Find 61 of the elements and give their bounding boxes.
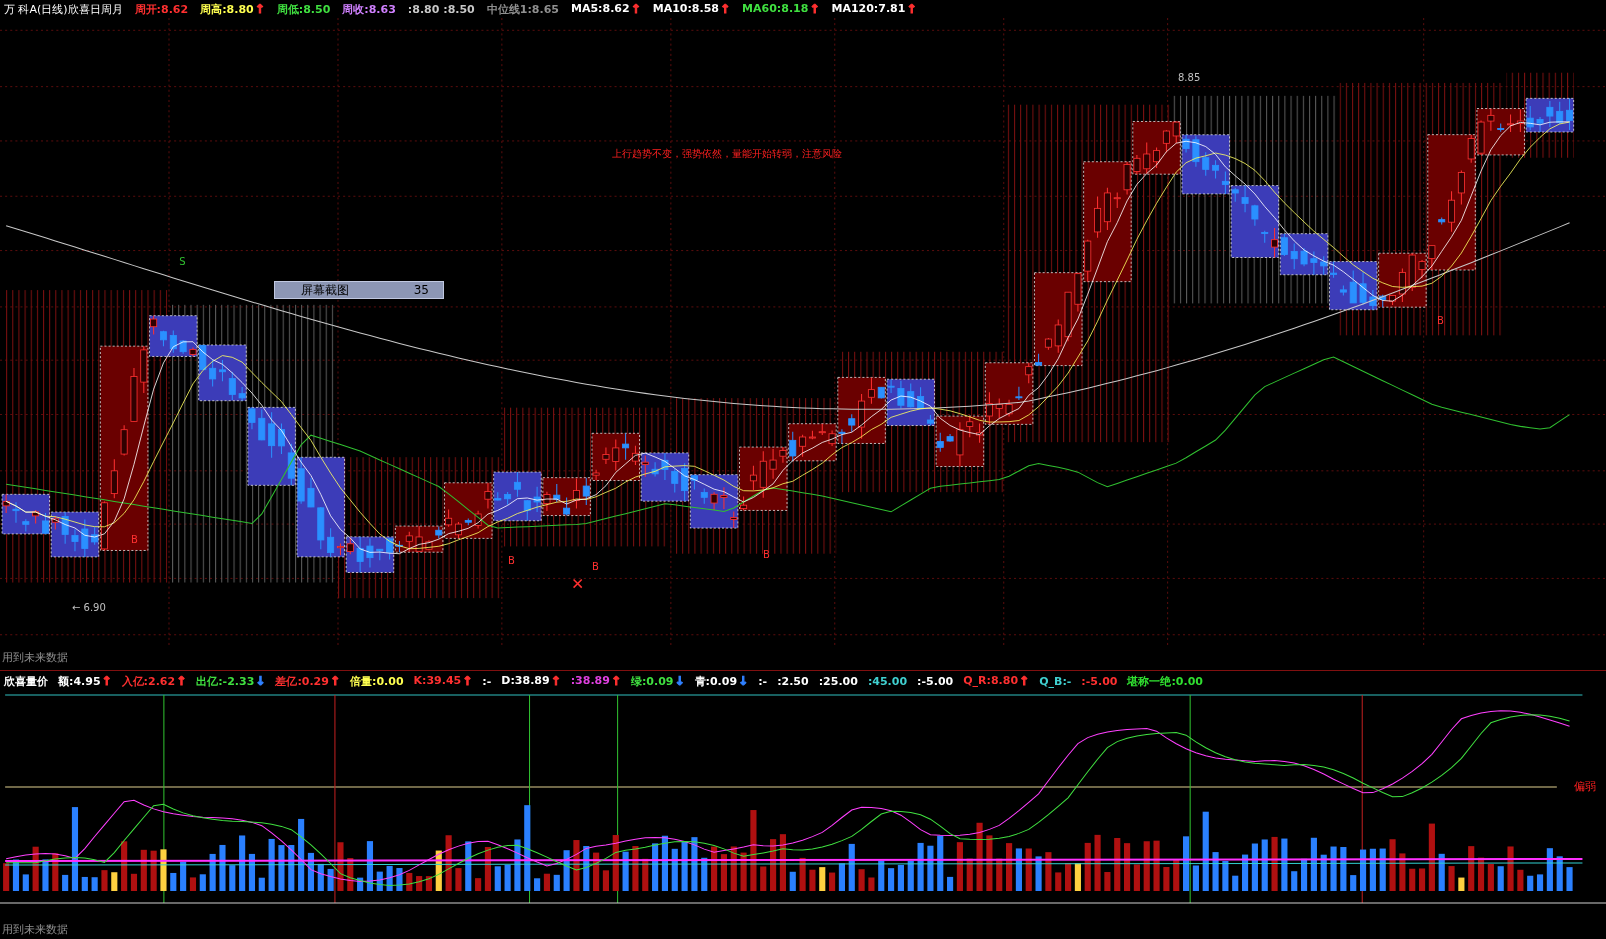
indicator-value: K:39.45	[413, 674, 462, 688]
screenshot-label: 屏幕截图 35	[274, 281, 444, 299]
indicator-value: Q_R:8.80	[963, 674, 1019, 688]
indicator-value: 入亿:2.62	[121, 673, 176, 689]
trend-arrow: ↑	[630, 2, 641, 16]
indicator-value: 周高:8.80	[200, 1, 254, 17]
indicator-value: :2.50	[777, 674, 809, 688]
price-label: ← 6.90	[72, 602, 106, 613]
trend-arrow: ↓	[738, 673, 749, 689]
indicator-value: :-5.00	[917, 674, 954, 688]
indicator-value: Q_B:-	[1039, 674, 1072, 688]
trend-arrow: ↑	[550, 674, 561, 688]
signal-label: S	[179, 255, 186, 267]
signal-label: B	[763, 548, 770, 560]
indicator-value: 额:4.95	[58, 673, 101, 689]
trend-arrow: ↑	[1019, 674, 1030, 688]
side-label: 偏弱	[1574, 779, 1596, 794]
indicator-value: 倍量:0.00	[350, 673, 404, 689]
note-text: 用到未来数据	[2, 650, 68, 665]
trend-arrow: ↑	[906, 2, 917, 16]
trend-arrow: ↓	[255, 673, 266, 689]
indicator-value: :-	[482, 674, 492, 688]
indicator-value: :8.80 :8.50	[407, 2, 475, 16]
sell-marker-icon	[572, 578, 583, 589]
trend-arrow: ↑	[329, 673, 340, 689]
chart-title: 万 科A(日线)欣喜日周月	[4, 1, 123, 17]
indicator-value: :-5.00	[1081, 674, 1118, 688]
indicator-value: MA10:8.58	[652, 2, 719, 16]
indicator-value: :-	[758, 674, 768, 688]
trend-arrow: ↑	[809, 2, 820, 16]
indicator-value: 出亿:-2.33	[196, 673, 255, 689]
indicator-value: 绿:0.09	[630, 673, 674, 689]
price-label: 8.85	[1178, 72, 1201, 83]
trend-arrow: ↑	[720, 2, 731, 16]
indicator-value: 周低:8.50	[276, 1, 331, 17]
indicator-value: 欣喜量价	[4, 673, 48, 689]
signal-label: B	[131, 534, 138, 546]
indicator-value: D:38.89	[501, 674, 550, 688]
signal-label: B	[508, 554, 515, 566]
annotation-text: 上行趋势不变，强势依然，量能开始转弱，注意风险	[612, 147, 842, 161]
trend-arrow: ↑	[254, 1, 265, 17]
indicator-value: 中位线1:8.65	[486, 1, 559, 17]
indicator-value: 差亿:0.29	[275, 673, 329, 689]
signal-label: B	[592, 561, 599, 572]
indicator-value: 堪称一绝:0.00	[1127, 673, 1203, 689]
indicator-value: 周收:8.63	[342, 1, 396, 17]
trend-arrow: ↓	[674, 673, 685, 689]
indicator-value: 青:0.09	[694, 673, 738, 689]
trend-arrow: ↑	[462, 674, 473, 688]
indicator-value: :25.00	[818, 674, 858, 688]
indicator-value: MA5:8.62	[571, 2, 630, 16]
trend-arrow: ↑	[176, 673, 187, 689]
indicator-value: :38.89	[570, 674, 610, 688]
indicator-value: MA120:7.81	[831, 2, 906, 16]
note-text: 用到未来数据	[2, 922, 68, 937]
signal-label: B	[1437, 315, 1444, 327]
indicator-value: 周开:8.62	[134, 1, 189, 17]
indicator-value: MA60:8.18	[742, 2, 809, 16]
trend-arrow: ↑	[101, 673, 112, 689]
indicator-value: :45.00	[867, 674, 908, 688]
trend-arrow: ↑	[610, 674, 621, 688]
